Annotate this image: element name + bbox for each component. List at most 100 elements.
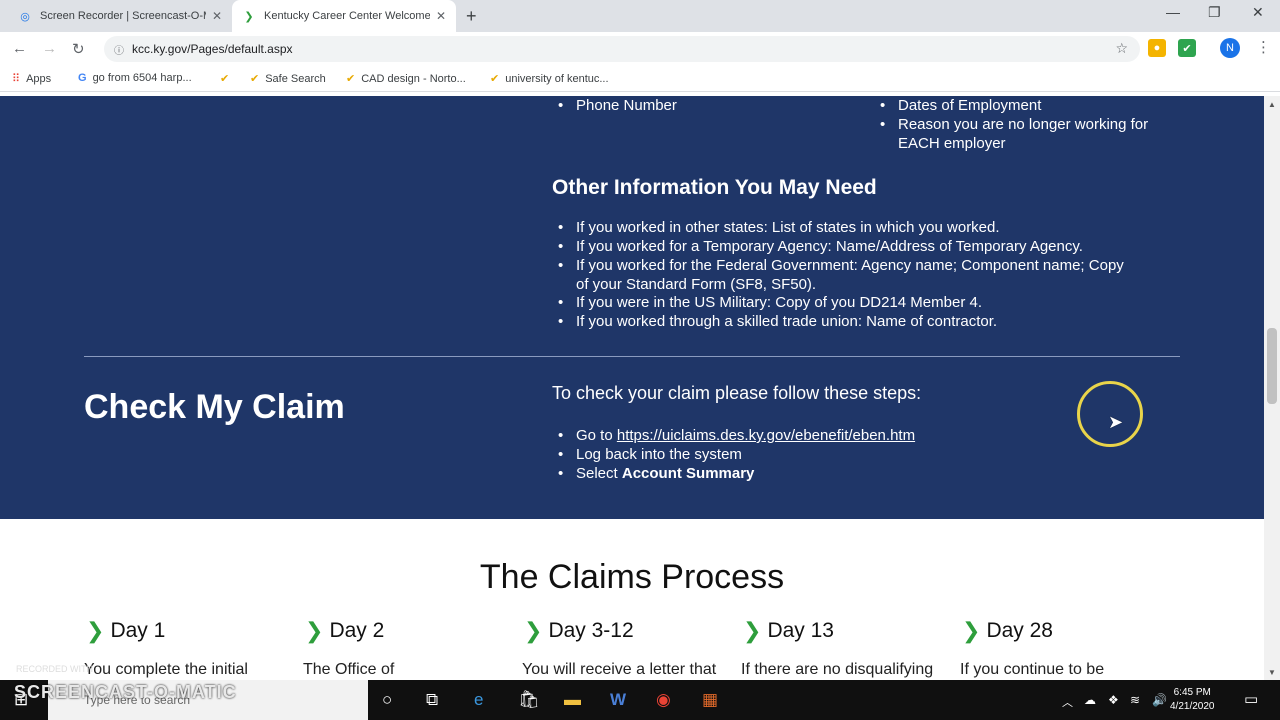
- list-item: If you worked in other states: List of s…: [558, 218, 1000, 237]
- scroll-down-arrow-icon[interactable]: ▼: [1268, 668, 1276, 677]
- browser-toolbar: ← → ↻ ⓘ kcc.ky.gov/Pages/default.aspx ☆ …: [0, 32, 1280, 66]
- cortana-circle-icon[interactable]: ○: [382, 690, 392, 710]
- day-2-text: The Office of: [303, 661, 395, 678]
- green-chevron-icon: ❯: [524, 618, 543, 643]
- list-item: Select Account Summary: [558, 464, 755, 483]
- bookmark-label: Safe Search: [265, 72, 326, 85]
- day-28-text: If you continue to be: [960, 661, 1105, 678]
- site-info-icon[interactable]: ⓘ: [114, 42, 124, 57]
- task-view-icon[interactable]: ⧉: [426, 690, 438, 710]
- list-item: If you worked for the Federal Government…: [558, 256, 1124, 275]
- day-2-heading: ❯ Day 2: [305, 618, 384, 644]
- account-summary-label: Account Summary: [621, 465, 755, 482]
- section-divider: [84, 356, 1180, 357]
- window-close-icon[interactable]: ✕: [1252, 4, 1264, 21]
- mouse-pointer-icon: ➤: [1108, 412, 1124, 432]
- step-prefix: Go to: [576, 427, 617, 444]
- minimize-icon[interactable]: —: [1166, 4, 1180, 20]
- tab-kentucky-career-center[interactable]: ❯ Kentucky Career Center Welcome ✕: [232, 0, 456, 32]
- list-item: Reason you are no longer working for EAC…: [880, 115, 1188, 153]
- taskbar-clock[interactable]: 6:45 PM 4/21/2020: [1170, 686, 1215, 714]
- bookmark-safe-search[interactable]: ✔ Safe Search: [250, 72, 326, 86]
- day-label: Day 28: [986, 619, 1053, 642]
- action-center-icon[interactable]: ▭: [1244, 690, 1258, 708]
- bookmark-university-of-kentucky[interactable]: ✔ university of kentuc...: [490, 72, 609, 86]
- steps-title: To check your claim please follow these …: [552, 383, 922, 403]
- list-item-continuation: of your Standard Form (SF8, SF50).: [576, 276, 817, 293]
- volume-icon[interactable]: 🔊: [1152, 693, 1167, 707]
- list-item: Phone Number: [558, 96, 677, 115]
- page-scrollbar[interactable]: ▲ ▼: [1264, 96, 1280, 680]
- other-info-heading: Other Information You May Need: [552, 176, 877, 199]
- tab-title: Kentucky Career Center Welcome: [264, 10, 430, 22]
- restore-icon[interactable]: ❐: [1208, 4, 1221, 21]
- norton-check-extension-icon[interactable]: ✔: [1178, 39, 1196, 57]
- list-item: If you were in the US Military: Copy of …: [558, 293, 982, 312]
- wifi-icon[interactable]: ≋: [1130, 693, 1140, 707]
- bookmark-star-icon[interactable]: ☆: [1115, 40, 1128, 57]
- clock-date: 4/21/2020: [1170, 701, 1215, 712]
- more-menu-icon[interactable]: ⋮: [1256, 38, 1271, 56]
- list-item: Go to https://uiclaims.des.ky.gov/ebenef…: [558, 426, 915, 445]
- kcc-chevron-favicon-icon: ❯: [244, 10, 254, 23]
- day-1-heading: ❯ Day 1: [86, 618, 165, 644]
- bookmark-go-from[interactable]: G go from 6504 harp...: [78, 72, 192, 84]
- word-app-icon[interactable]: W: [610, 690, 626, 710]
- recorded-with-label: RECORDED WITH: [16, 664, 93, 674]
- scrollbar-thumb[interactable]: [1267, 328, 1277, 404]
- store-bag-icon[interactable]: 🛍: [518, 690, 540, 710]
- profile-avatar[interactable]: N: [1220, 38, 1240, 58]
- close-tab-icon[interactable]: ✕: [436, 9, 446, 23]
- tab-bar: ◎ Screen Recorder | Screencast-O-M ✕ ❯ K…: [0, 0, 1280, 32]
- dropbox-icon[interactable]: ❖: [1108, 693, 1119, 707]
- norton-check-icon: ✔: [346, 73, 356, 85]
- network-icon[interactable]: ☁: [1084, 693, 1096, 707]
- green-chevron-icon: ❯: [86, 618, 105, 643]
- screencast-watermark: SCREENCAST-O-MATIC: [14, 682, 237, 702]
- uiclaims-link[interactable]: https://uiclaims.des.ky.gov/ebenefit/ebe…: [617, 427, 915, 444]
- day-label: Day 13: [767, 619, 834, 642]
- green-chevron-icon: ❯: [305, 618, 324, 643]
- day-label: Day 3-12: [548, 619, 634, 642]
- list-item: If you worked through a skilled trade un…: [558, 312, 997, 331]
- bookmark-label: CAD design - Norto...: [361, 72, 466, 85]
- extension-shield-icon[interactable]: ●: [1148, 39, 1166, 57]
- day-13-heading: ❯ Day 13: [743, 618, 834, 644]
- screencast-favicon-icon: ◎: [20, 10, 30, 23]
- scroll-up-arrow-icon[interactable]: ▲: [1268, 100, 1276, 109]
- back-arrow-icon[interactable]: ←: [12, 40, 27, 57]
- new-tab-plus-icon[interactable]: +: [466, 6, 477, 27]
- list-item: Log back into the system: [558, 445, 742, 464]
- norton-check-icon: ✔: [250, 73, 260, 85]
- edge-browser-icon[interactable]: e: [474, 690, 483, 710]
- check-my-claim-heading: Check My Claim: [84, 388, 345, 426]
- claims-process-heading: The Claims Process: [479, 558, 785, 596]
- address-bar[interactable]: ⓘ kcc.ky.gov/Pages/default.aspx ☆: [104, 36, 1140, 62]
- close-tab-icon[interactable]: ✕: [212, 9, 222, 23]
- day-1-text: You complete the initial: [84, 661, 248, 678]
- day-3-12-text: You will receive a letter that: [522, 661, 717, 678]
- reload-icon[interactable]: ↻: [72, 40, 85, 58]
- norton-check-icon: ✔: [490, 73, 500, 85]
- green-chevron-icon: ❯: [743, 618, 762, 643]
- tab-screen-recorder[interactable]: ◎ Screen Recorder | Screencast-O-M ✕: [8, 0, 232, 32]
- bookmarks-bar: ⠿ Apps G go from 6504 harp... ✔ ✔ Safe S…: [0, 66, 1280, 92]
- google-g-icon: G: [78, 72, 87, 84]
- file-explorer-folder-icon[interactable]: ▬: [564, 690, 581, 710]
- bookmark-cad-design[interactable]: ✔ CAD design - Norto...: [346, 72, 466, 86]
- bookmark-apps[interactable]: ⠿ Apps: [12, 72, 51, 86]
- green-chevron-icon: ❯: [962, 618, 981, 643]
- show-hidden-icons-chevron-icon[interactable]: ︿: [1062, 694, 1073, 710]
- bookmark-label: go from 6504 harp...: [92, 72, 192, 84]
- chrome-browser-icon[interactable]: ◉: [656, 690, 671, 710]
- bookmark-label: university of kentuc...: [505, 72, 609, 85]
- step-prefix: Select: [576, 465, 622, 482]
- day-13-text: If there are no disqualifying: [741, 661, 934, 678]
- forward-arrow-icon[interactable]: →: [42, 40, 57, 57]
- page-content: Phone Number Dates of Employment Reason …: [0, 96, 1264, 680]
- screencast-app-icon[interactable]: ▦: [702, 690, 718, 710]
- clock-time: 6:45 PM: [1173, 687, 1211, 698]
- norton-check-icon[interactable]: ✔: [220, 72, 229, 85]
- list-item: If you worked for a Temporary Agency: Na…: [558, 237, 1083, 256]
- day-28-heading: ❯ Day 28: [962, 618, 1053, 644]
